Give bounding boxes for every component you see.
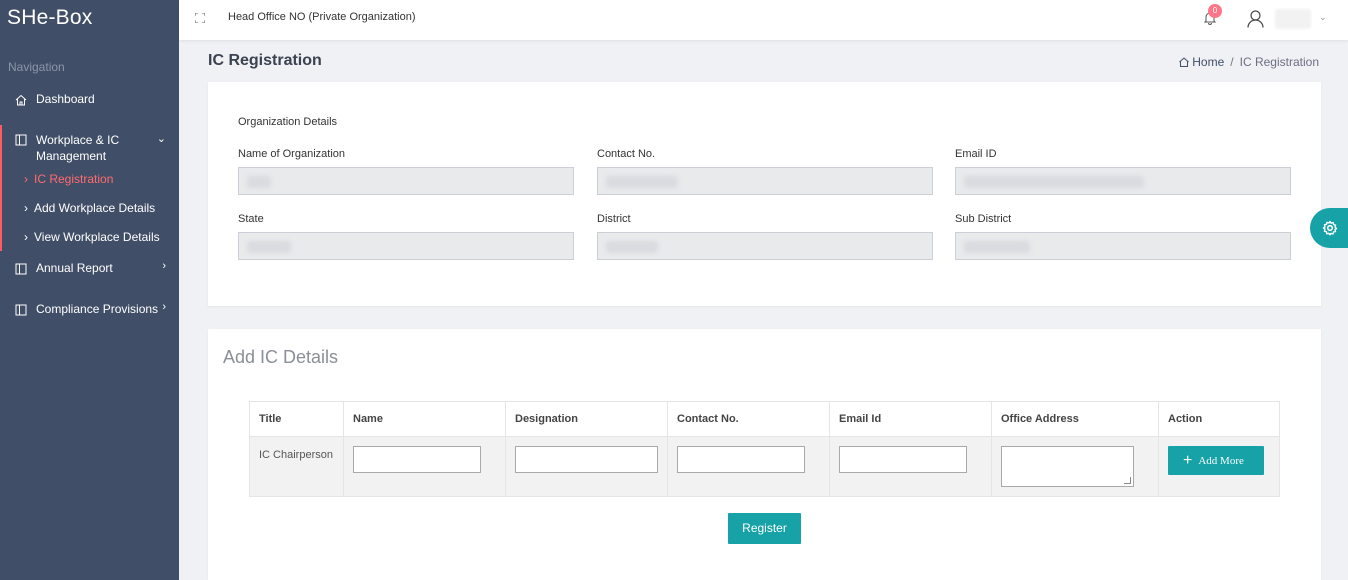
gear-icon [1322,220,1338,236]
user-icon[interactable] [1247,10,1264,28]
panel-icon [15,263,27,275]
email-id-input[interactable] [839,446,967,473]
email-id-field [955,167,1291,195]
add-more-button[interactable]: + Add More [1168,446,1264,475]
chevron-down-icon: ⌄ [156,133,166,145]
sidebar-item-label: Annual Report [36,261,113,275]
chevron-right-icon: › [162,301,166,313]
field-label-district: District [597,213,631,225]
table-row: IC Chairperson + Add More [249,436,1280,497]
table-header-row: Title Name Designation Contact No. Email… [249,401,1280,437]
field-label-sub-district: Sub District [955,213,1012,225]
field-label-organization: Name of Organization [238,148,345,160]
email-cell [829,436,992,497]
section-title: Add IC Details [223,347,339,367]
add-ic-details-card: Add IC Details Title Name Designation Co… [208,329,1321,580]
panel-icon [15,134,27,146]
office-address-textarea[interactable] [1001,446,1134,487]
home-icon [1179,57,1190,67]
org-title: Head Office NO (Private Organization) [228,11,416,23]
name-input[interactable] [353,446,481,473]
column-header: Designation [505,401,668,437]
chevron-right-icon: › [24,230,28,244]
contact-cell [667,436,830,497]
sidebar-item-workplace-ic[interactable]: Workplace & IC Management ⌄ [0,132,179,164]
column-header: Contact No. [667,401,830,437]
breadcrumb-home[interactable]: Home [1179,55,1224,69]
contact-number-field [597,167,933,195]
sidebar-item-annual-report[interactable]: Annual Report › [0,260,179,275]
plus-icon: + [1183,451,1193,469]
brand-logo[interactable]: SHe-Box [0,0,179,40]
breadcrumb: Home / IC Registration [1179,55,1319,69]
organization-details-card: Organization Details Name of Organizatio… [208,82,1321,306]
column-header: Title [249,401,344,437]
contact-no-input[interactable] [677,446,805,473]
column-header: Office Address [991,401,1159,437]
sidebar-subitem-add-workplace[interactable]: › Add Workplace Details [24,201,155,215]
nav-heading: Navigation [8,60,65,74]
home-icon [15,94,27,106]
sidebar-subitem-ic-registration[interactable]: › IC Registration [24,172,113,186]
name-cell [343,436,506,497]
field-label-contact: Contact No. [597,148,656,160]
breadcrumb-home-label: Home [1192,55,1225,69]
sidebar-subitem-label: Add Workplace Details [34,201,156,215]
sub-district-field [955,232,1291,260]
sidebar: SHe-Box Navigation Dashboard Workplace &… [0,0,179,580]
add-more-label: Add More [1198,454,1244,467]
panel-icon [15,304,27,316]
chevron-right-icon: › [24,172,28,186]
state-field [238,232,574,260]
column-header: Name [343,401,506,437]
sidebar-item-label: Compliance Provisions [36,302,159,316]
column-header: Email Id [829,401,992,437]
sidebar-subitem-label: View Workplace Details [34,230,160,244]
sidebar-item-label: Dashboard [36,92,95,106]
sidebar-group-workplace: Workplace & IC Management ⌄ › IC Registra… [0,125,179,251]
topbar: Head Office NO (Private Organization) 0 … [179,0,1348,40]
register-button[interactable]: Register [728,513,801,544]
section-label: Organization Details [238,116,338,128]
designation-input[interactable] [515,446,658,473]
district-field [597,232,933,260]
user-name-redacted[interactable] [1275,9,1311,29]
notification-badge: 0 [1208,4,1222,18]
settings-toggle[interactable] [1310,208,1348,248]
action-cell: + Add More [1158,436,1280,497]
designation-cell [505,436,668,497]
sidebar-item-dashboard[interactable]: Dashboard [0,92,179,106]
page-title: IC Registration [208,52,322,69]
organization-name-field [238,167,574,195]
sidebar-item-compliance[interactable]: Compliance Provisions › [0,301,179,316]
chevron-right-icon: › [24,201,28,215]
field-label-email: Email ID [955,148,997,160]
chevron-right-icon: › [162,260,166,272]
breadcrumb-current: IC Registration [1239,55,1319,69]
sidebar-subitem-view-workplace[interactable]: › View Workplace Details [24,230,160,244]
ic-details-table: Title Name Designation Contact No. Email… [249,401,1280,497]
sidebar-subitem-label: IC Registration [34,172,114,186]
sidebar-item-label: Workplace & IC Management [36,133,120,163]
row-title: IC Chairperson [249,436,344,497]
column-header: Action [1158,401,1280,437]
fullscreen-icon[interactable] [195,13,205,23]
field-label-state: State [238,213,264,225]
breadcrumb-separator: / [1230,55,1234,69]
address-cell [991,436,1159,497]
chevron-down-icon[interactable]: ⌄ [1319,12,1327,23]
